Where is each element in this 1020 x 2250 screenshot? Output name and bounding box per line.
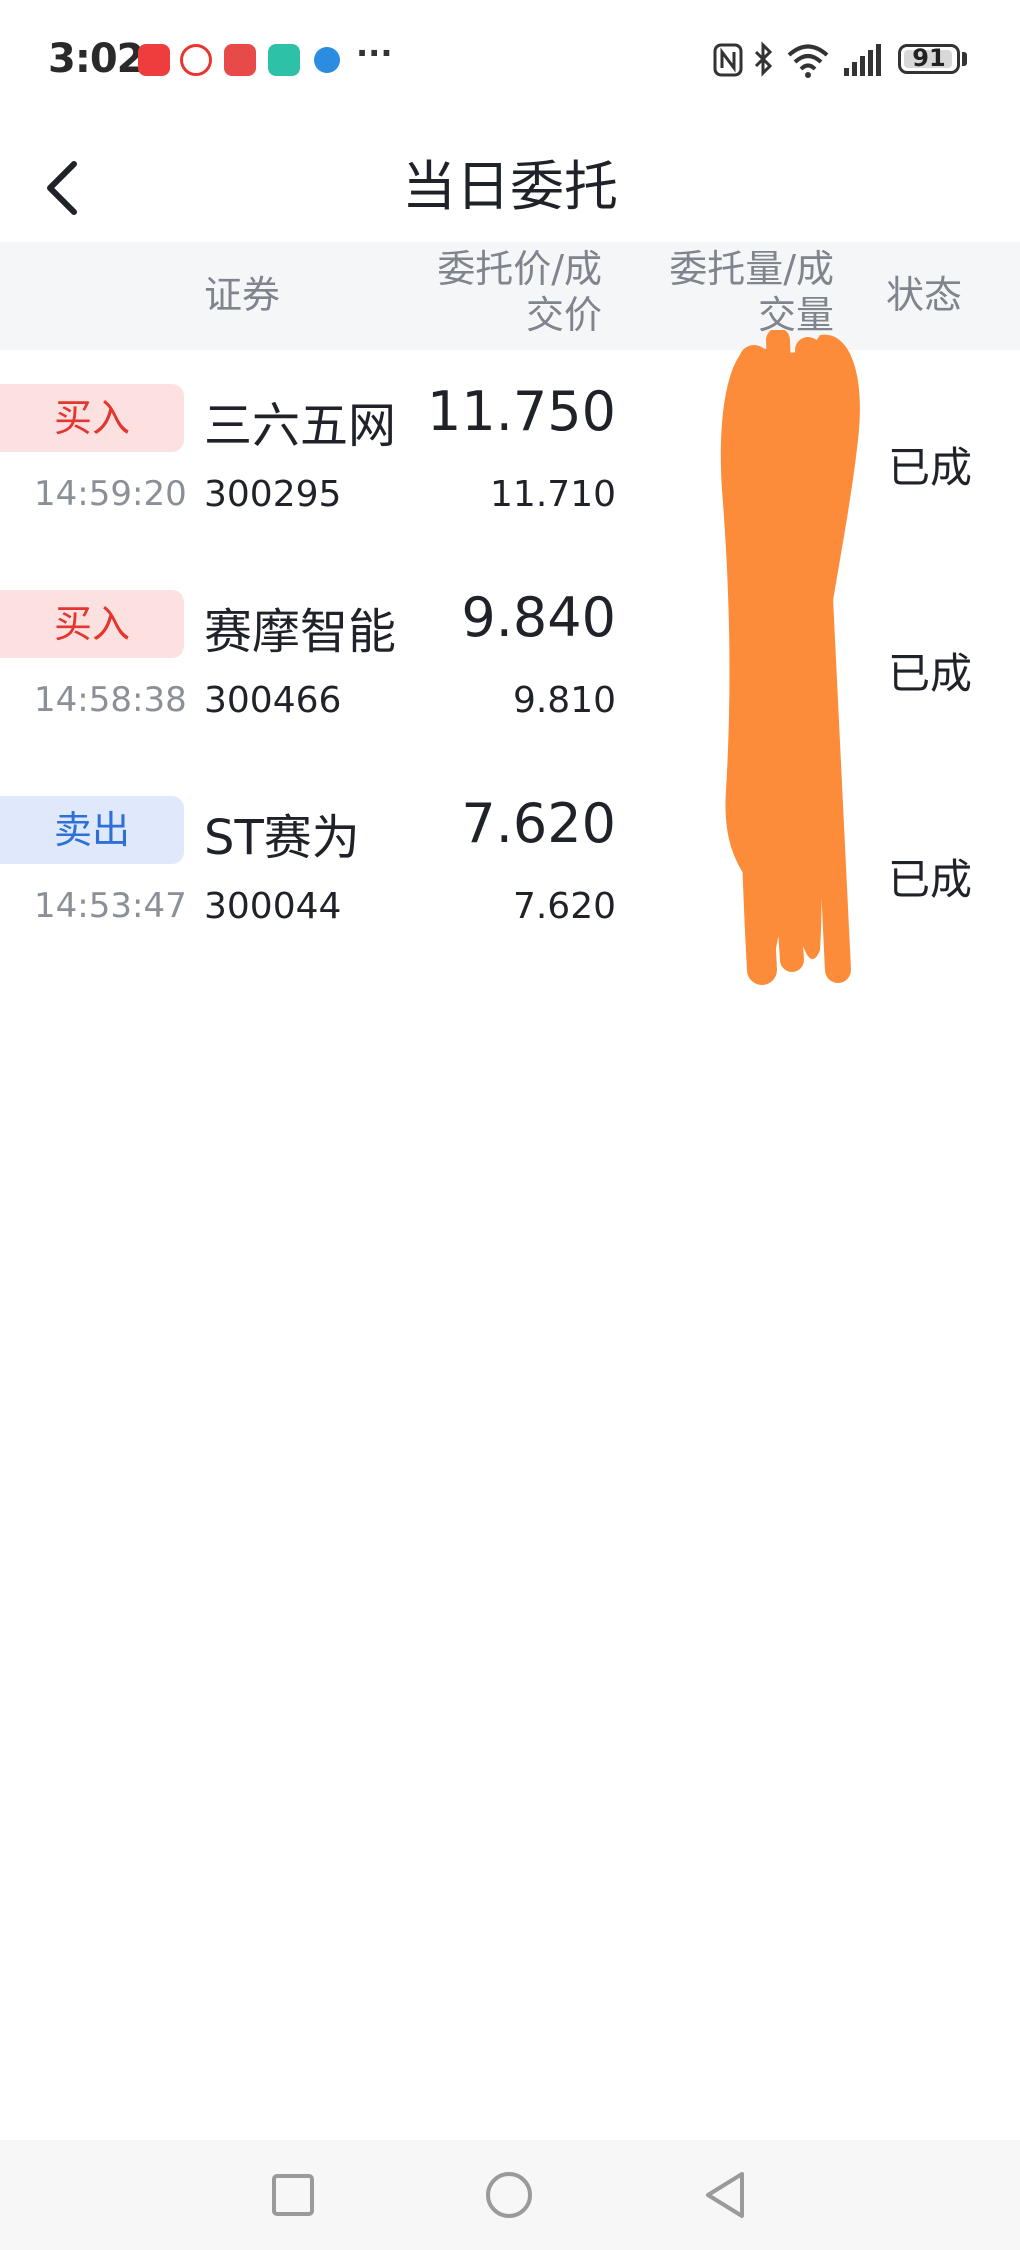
nav-bar: 当日委托 — [0, 118, 1020, 242]
order-time: 14:53:47 — [34, 886, 187, 926]
order-price: 7.620 — [461, 792, 616, 855]
app-notification-icon — [224, 44, 256, 76]
shield-icon — [268, 44, 300, 76]
page-title: 当日委托 — [402, 155, 618, 218]
header-security: 证券 — [204, 273, 281, 317]
deal-price: 9.810 — [512, 680, 616, 721]
stock-name: ST赛为 — [204, 810, 360, 866]
stock-name: 赛摩智能 — [204, 604, 397, 660]
wifi-icon — [787, 44, 829, 78]
order-side-badge: 卖出 — [0, 796, 184, 864]
deal-price: 11.710 — [490, 474, 616, 515]
header-volume[interactable]: 委托量/成 交量 — [594, 246, 834, 338]
bluetooth-icon — [754, 41, 773, 77]
order-status: 已成 — [888, 649, 973, 698]
status-time: 3:02 — [48, 36, 144, 82]
stock-name: 三六五网 — [204, 398, 397, 454]
nfc-icon — [713, 43, 743, 77]
order-side-badge: 买入 — [0, 384, 184, 452]
signal-icon — [844, 44, 881, 76]
order-price: 9.840 — [461, 586, 616, 649]
header-status: 状态 — [886, 273, 963, 317]
back-nav-button[interactable] — [702, 2170, 748, 2220]
battery-level: 91 — [912, 44, 946, 72]
stock-code: 300044 — [204, 886, 342, 927]
order-status: 已成 — [888, 855, 973, 904]
app-notification-icon — [138, 44, 170, 76]
home-button[interactable] — [484, 2170, 534, 2220]
stock-code: 300466 — [204, 680, 342, 721]
battery-cap — [962, 52, 967, 66]
recent-apps-button[interactable] — [270, 2172, 316, 2218]
status-bar: 3:02 ··· 91 — [0, 0, 1020, 118]
more-notifications-icon: ··· — [356, 34, 393, 72]
order-time: 14:58:38 — [34, 680, 187, 720]
browser-icon — [314, 47, 340, 73]
battery-icon: 91 — [898, 44, 960, 74]
system-nav-bar — [0, 2140, 1020, 2250]
order-price: 11.750 — [427, 380, 616, 443]
page: 3:02 ··· 91 当日委托 证券 委托价/成 交价 委托量/成 交量 状态… — [0, 0, 1020, 2250]
deal-price: 7.620 — [512, 886, 616, 927]
header-price[interactable]: 委托价/成 交价 — [362, 246, 602, 338]
stock-code: 300295 — [204, 474, 342, 515]
redaction-scribble — [720, 330, 860, 985]
app-notification-icon — [180, 44, 212, 76]
order-time: 14:59:20 — [34, 474, 187, 514]
order-side-badge: 买入 — [0, 590, 184, 658]
order-status: 已成 — [888, 443, 973, 492]
